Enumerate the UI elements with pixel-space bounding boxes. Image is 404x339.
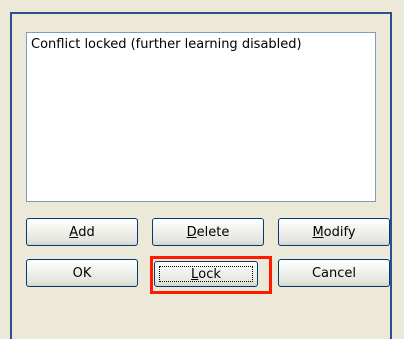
dialog-frame: Conflict locked (further learning disabl…	[10, 12, 392, 339]
modify-button-label: odify	[323, 224, 356, 240]
add-button-accel: A	[69, 224, 79, 240]
cancel-button-label: Cancel	[311, 265, 357, 281]
lock-button[interactable]: Lock	[154, 261, 258, 287]
add-button-label: dd	[78, 224, 95, 240]
conflict-listbox[interactable]: Conflict locked (further learning disabl…	[26, 32, 376, 202]
ok-button[interactable]: OK	[26, 259, 138, 287]
add-button[interactable]: Add	[26, 218, 138, 246]
ok-button-label: OK	[72, 265, 92, 281]
delete-button-label: elete	[196, 224, 230, 240]
cancel-button[interactable]: Cancel	[278, 259, 390, 287]
modify-button[interactable]: Modify	[278, 218, 390, 246]
lock-button-label: ock	[198, 266, 221, 282]
lock-button-accel: L	[191, 266, 199, 282]
modify-button-accel: M	[312, 224, 324, 240]
delete-button[interactable]: Delete	[152, 218, 264, 246]
delete-button-accel: D	[186, 224, 197, 240]
list-item[interactable]: Conflict locked (further learning disabl…	[31, 37, 371, 53]
